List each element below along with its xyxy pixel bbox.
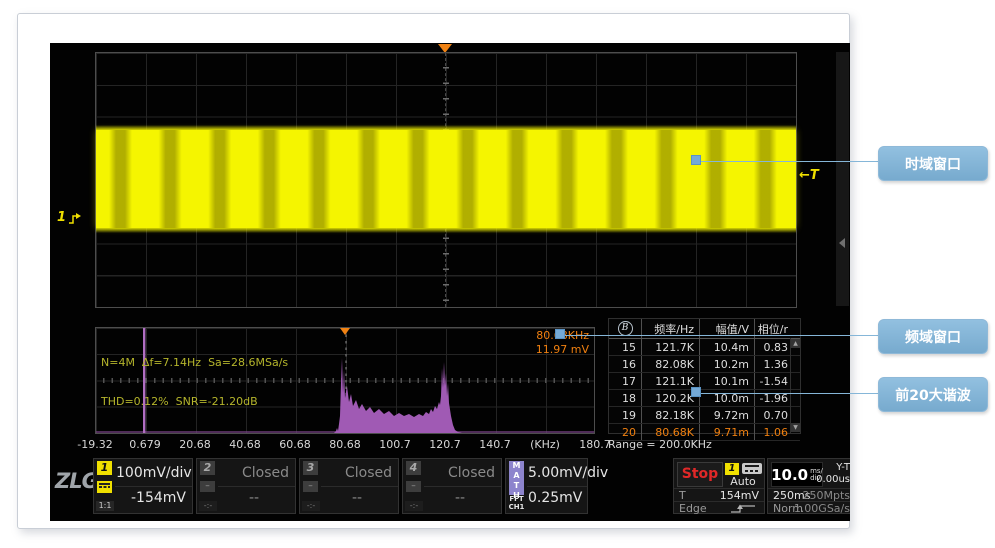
ch3-status: Closed (322, 463, 392, 483)
fft-spectrum-lump (334, 358, 462, 433)
math-source-label: FFT CH1 (507, 495, 526, 511)
edge-slope-icon (730, 503, 756, 514)
x-tick-label: 60.68 (267, 438, 323, 451)
fft-info-text: N=4M Δf=7.14Hz Sa=28.6MSa/s THD=0.12% SN… (101, 330, 288, 434)
readout-amplitude: 11.97 mV (536, 343, 589, 357)
divider (527, 486, 587, 487)
x-tick-label: 20.68 (167, 438, 223, 451)
ch1-level-marker[interactable]: 1 (57, 210, 83, 225)
timebase-box[interactable]: 10.0 ms/ div Y-T 0.00us 250ms 250Mpts No… (767, 458, 850, 514)
fft-marker-triangle[interactable] (340, 328, 350, 335)
trigger-level-row: T 154mV (674, 488, 764, 502)
x-tick-label: 100.7 (367, 438, 423, 451)
scroll-up-icon[interactable]: ▲ (791, 339, 800, 348)
ch1-waveform (96, 130, 796, 228)
ch3-probe-ratio: -:- (302, 501, 320, 511)
divider (321, 486, 398, 487)
anchor-square-freq-domain (555, 329, 565, 339)
trigger-coupling-icon (742, 463, 762, 474)
scroll-left-icon[interactable] (839, 238, 845, 248)
anchor-square-harmonics (691, 387, 701, 397)
table-row[interactable]: 15 121.7K 10.4m 0.83 (609, 339, 800, 356)
record-row: 250ms 250Mpts (768, 488, 850, 502)
x-tick-label: 0.679 (117, 438, 173, 451)
table-row[interactable]: 19 82.18K 9.72m 0.70 (609, 407, 800, 424)
ch2-coupling-icon: – (200, 481, 215, 492)
math-offset: 0.25mV (528, 488, 581, 508)
vertical-scroll-strip[interactable] (836, 52, 849, 306)
table-row[interactable]: 16 82.08K 10.2m 1.36 (609, 356, 800, 373)
table-scrollbar[interactable]: ▲ ▼ (790, 338, 800, 433)
leader-line-freq-domain (561, 335, 878, 336)
table-header-row: B 频率/Hz 幅值/V 相位/r (609, 319, 800, 339)
run-stop-status[interactable]: Stop (677, 462, 723, 487)
display-mode: Y-T (836, 462, 850, 473)
divider (424, 486, 501, 487)
anchor-square-time-domain (691, 155, 701, 165)
ch4-coupling-icon: – (406, 481, 421, 492)
oscilloscope-screen: 1 ←T (50, 43, 850, 521)
table-row[interactable]: 17 121.1K 10.1m -1.54 (609, 373, 800, 390)
fft-info-line1: N=4M Δf=7.14Hz Sa=28.6MSa/s (101, 356, 288, 369)
callout-freq-domain: 频域窗口 (878, 319, 988, 354)
ch4-offset: -- (425, 488, 495, 508)
ch1-coupling-icon (97, 481, 112, 493)
b-circle-icon: B (618, 321, 633, 336)
ch3-badge: 3 (303, 461, 318, 475)
ch2-status: Closed (219, 463, 289, 483)
channel3-box[interactable]: 3 – -:- Closed -- (299, 458, 399, 514)
waveform-modulation-stripes (96, 130, 796, 228)
ch4-status: Closed (425, 463, 495, 483)
ch1-badge: 1 (97, 461, 112, 475)
ch4-probe-ratio: -:- (405, 501, 423, 511)
time-domain-window (95, 52, 797, 308)
leader-line-time-domain (697, 161, 878, 162)
divider (115, 486, 192, 487)
callout-time-domain: 时域窗口 (878, 146, 988, 181)
x-tick-label: 140.7 (467, 438, 523, 451)
ground-arrow-icon (67, 211, 83, 225)
ch2-badge: 2 (200, 461, 215, 475)
acquire-row: Norm 1.00GSa/s (768, 501, 850, 515)
screenshot-frame: 1 ←T (17, 13, 850, 529)
math-scale: 5.00mV/div (528, 463, 581, 483)
trigger-box[interactable]: Stop 1 Auto T 154mV Edge (673, 458, 765, 514)
left-arrow-icon: ← (799, 168, 810, 183)
page: 1 ←T (0, 0, 995, 548)
ch2-probe-ratio: -:- (199, 501, 217, 511)
math-badge: MATH (509, 461, 524, 495)
ch2-offset: -- (219, 488, 289, 508)
channel4-box[interactable]: 4 – -:- Closed -- (402, 458, 502, 514)
x-tick-label: 40.68 (217, 438, 273, 451)
trigger-type-row: Edge (674, 501, 764, 515)
math-box[interactable]: MATH FFT CH1 5.00mV/div 0.25mV (505, 458, 588, 514)
ch3-coupling-icon: – (303, 481, 318, 492)
x-axis-unit-label: (KHz) (517, 438, 573, 451)
horizontal-delay: 0.00us (816, 474, 850, 485)
x-tick-label: 80.68 (317, 438, 373, 451)
leader-line-harmonics (697, 393, 878, 394)
trigger-source-badge: 1 (725, 463, 739, 475)
scroll-down-icon[interactable]: ▼ (791, 423, 800, 432)
fft-range-label: Range = 200.0KHz (608, 438, 712, 451)
timebase-value: 10.0 (771, 466, 808, 484)
trigger-mode: Auto (722, 475, 764, 488)
ch3-offset: -- (322, 488, 392, 508)
trigger-t-label: T (810, 168, 819, 183)
fft-info-line2: THD=0.12% SNR=-21.20dB (101, 395, 288, 408)
trigger-level-marker[interactable]: ←T (799, 168, 819, 183)
ch1-offset: -154mV (116, 488, 186, 508)
callout-harmonics: 前20大谐波 (878, 377, 988, 412)
sample-rate: 1.00GSa/s (794, 502, 850, 515)
ch4-badge: 4 (406, 461, 421, 475)
ch1-marker-label: 1 (57, 210, 66, 225)
ch1-probe-ratio: 1:1 (96, 501, 114, 511)
ch1-scale: 100mV/div (116, 463, 186, 483)
channel1-box[interactable]: 1 1:1 100mV/div -154mV (93, 458, 193, 514)
x-tick-label: 120.7 (417, 438, 473, 451)
channel2-box[interactable]: 2 – -:- Closed -- (196, 458, 296, 514)
divider (218, 486, 295, 487)
x-tick-label: -19.32 (67, 438, 123, 451)
